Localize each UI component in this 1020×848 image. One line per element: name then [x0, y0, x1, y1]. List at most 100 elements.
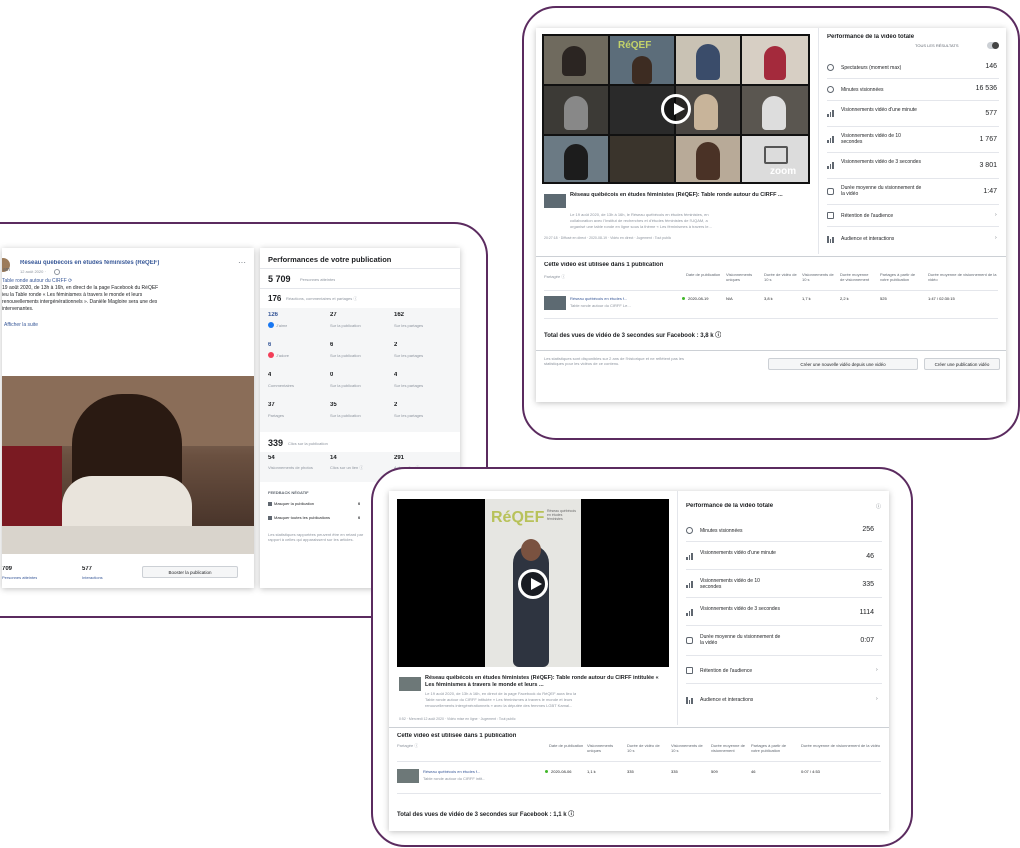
likes-value: 126: [268, 312, 279, 318]
all-results-toggle[interactable]: [987, 42, 999, 49]
video-tile: [742, 86, 808, 134]
column-header[interactable]: Durée moyenne de visionnement de la vidé…: [801, 743, 881, 748]
video-post-meta: 20:27:18 · Diffusé en direct · 2020-08-1…: [544, 236, 672, 240]
upload-video-player[interactable]: RéQEF Réseau québécois en études féminis…: [397, 499, 669, 667]
grid-row: 37 Partages 35 Sur la publication 2 Sur …: [260, 402, 460, 430]
video-post-text: Le 19 août 2020, de 13h à 16h, le Réseau…: [570, 212, 709, 217]
metric-label: Minutes visionnées: [841, 87, 884, 93]
video-tile: [544, 136, 608, 182]
shares-on-shares: 2: [394, 402, 398, 408]
video-metrics-panel: Performance de la vidéo totale TOUS LES …: [818, 28, 1006, 254]
usage-subtitle: Partagée ⓘ: [397, 743, 419, 748]
comments-on-shares: 4: [394, 372, 398, 378]
page-name-link[interactable]: Réseau québécois en études féministes (R…: [20, 260, 159, 266]
footer-note: Les statistiques sont disponibles sur 2 …: [544, 356, 684, 366]
video-post-title[interactable]: Réseau québécois en études féministes (R…: [570, 192, 808, 199]
metric-label: Minutes visionnées: [700, 528, 743, 534]
table-row[interactable]: Réseau québécois en études f... Table ro…: [544, 294, 998, 314]
video-post-text: renouvellements intergénérationnels » av…: [425, 703, 573, 708]
video-upload-frame: RéQEF Réseau québécois en études féminis…: [371, 467, 913, 847]
audience-link[interactable]: Audience et interactions: [841, 236, 894, 242]
column-header[interactable]: Durée moyenne de visionnement de la vidé…: [928, 272, 998, 282]
more-options-icon[interactable]: ···: [238, 258, 246, 267]
column-header[interactable]: Date de publication: [549, 743, 585, 748]
column-header[interactable]: Visionnements uniques: [726, 272, 760, 282]
create-video-from-video-button[interactable]: Créer une nouvelle vidéo depuis une vidé…: [768, 358, 918, 370]
row-cell: 46: [751, 769, 756, 774]
see-more-link[interactable]: Afficher la suite: [4, 322, 38, 328]
column-header[interactable]: Visionnements de 10 s: [671, 743, 707, 753]
video-post-meta: 0:52 · Mercredi 12 août 2020 · Vidéo mis…: [399, 717, 516, 721]
column-header[interactable]: Durée de vidéo de 10 s: [627, 743, 663, 753]
video-post-text: organisé une table ronde en ligne sous l…: [570, 224, 712, 229]
interactions-label[interactable]: Interactions: [82, 575, 103, 580]
info-icon[interactable]: ⓘ: [876, 503, 881, 510]
zoom-video-player[interactable]: RéQEF zoom: [542, 34, 810, 184]
chevron-right-icon[interactable]: ›: [876, 667, 878, 673]
chevron-right-icon[interactable]: ›: [876, 696, 878, 702]
row-title[interactable]: Réseau québécois en études f...: [570, 296, 627, 301]
likes-on-post-label: Sur la publication: [330, 323, 361, 328]
audience-icon: [827, 236, 834, 243]
interpreter-face: [521, 539, 541, 561]
play-icon[interactable]: [518, 569, 548, 599]
video-thumbnail: [544, 194, 566, 208]
usage-subtitle: Partagée ⓘ: [544, 274, 566, 279]
post-body-line: renouvellements intergénérationnels ». D…: [2, 299, 158, 305]
timer-icon: [827, 188, 834, 195]
column-header[interactable]: Durée moyenne de visionnement: [711, 743, 747, 753]
video-post-text: Table ronde autour du CIRFF intitulée « …: [425, 697, 573, 702]
video-post-title[interactable]: Réseau québécois en études féministes (R…: [425, 675, 665, 689]
column-header[interactable]: Partages à partir de votre publication: [751, 743, 787, 753]
comments-on-post: 0: [330, 372, 334, 378]
chevron-right-icon[interactable]: ›: [995, 235, 997, 241]
bars-icon: [827, 110, 834, 117]
column-header[interactable]: Date de publication: [686, 272, 722, 277]
create-video-post-button[interactable]: Créer une publication vidéo: [924, 358, 1000, 370]
post-date[interactable]: 12 août 2020 ·: [20, 269, 46, 274]
column-header[interactable]: Visionnements uniques: [587, 743, 623, 753]
metric-value: 1:47: [983, 188, 997, 195]
shares-on-post: 35: [330, 402, 337, 408]
column-header[interactable]: Durée de vidéo de 10 s: [764, 272, 798, 282]
retention-icon: [686, 667, 693, 674]
table-row[interactable]: Réseau québécois en études f... Table ro…: [397, 767, 881, 789]
chevron-right-icon[interactable]: ›: [995, 212, 997, 218]
clicks-value: 339: [268, 438, 284, 448]
video-live-frame: RéQEF zoom Réseau québécois en études fé…: [522, 6, 1020, 440]
shares-label: Partages: [268, 413, 285, 418]
column-header[interactable]: Visionnements de 10 s: [802, 272, 836, 282]
play-icon[interactable]: [661, 94, 691, 124]
video-post-text: Le 19 août 2020, de 13h à 16h, en direct…: [425, 691, 577, 696]
likes-on-shares: 162: [394, 312, 405, 318]
metric-value: 335: [862, 581, 874, 588]
column-header[interactable]: Durée moyenne de visionnement: [840, 272, 874, 282]
bars-icon: [827, 162, 834, 169]
grid-row: 126 J'aime 27 Sur la publication 162 Sur…: [260, 312, 460, 340]
post-body-line: 19 août 2020, de 13h à 16h, en direct de…: [2, 285, 159, 291]
reach-count: 709: [2, 566, 13, 572]
metric-label: Durée moyenne du visionnement de la vidé…: [700, 634, 781, 646]
video-tile: [544, 86, 608, 134]
video-live-panel: RéQEF zoom Réseau québécois en études fé…: [536, 28, 1006, 402]
post-photo[interactable]: [2, 376, 254, 554]
retention-link[interactable]: Rétention de l'audience: [841, 213, 893, 219]
negative-feedback-title: FEEDBACK NÉGATIF: [268, 490, 309, 495]
metric-value: 577: [985, 110, 997, 117]
retention-link[interactable]: Rétention de l'audience: [700, 668, 752, 674]
post-link-line[interactable]: Table ronde autour du CIRFF ⟳: [2, 278, 72, 284]
photo-red-chair: [2, 446, 62, 536]
bars-icon: [827, 136, 834, 143]
link-clicks-value: 14: [330, 455, 337, 461]
reach-label[interactable]: Personnes atteintes: [2, 575, 37, 580]
video-tile: RéQEF: [610, 36, 674, 84]
audience-link[interactable]: Audience et interactions: [700, 697, 753, 703]
column-header[interactable]: Partages à partir de votre publication: [880, 272, 916, 282]
post-body-line: ieu la Table ronde « Les féminismes à tr…: [2, 292, 143, 298]
boost-post-button[interactable]: Booster la publication: [142, 566, 238, 578]
photo-views-value: 54: [268, 455, 275, 461]
metric-value: 146: [985, 63, 997, 70]
row-title[interactable]: Réseau québécois en études f...: [423, 769, 480, 774]
comments-label: Commentaires: [268, 383, 295, 388]
reach-value: 5 709: [268, 274, 291, 284]
